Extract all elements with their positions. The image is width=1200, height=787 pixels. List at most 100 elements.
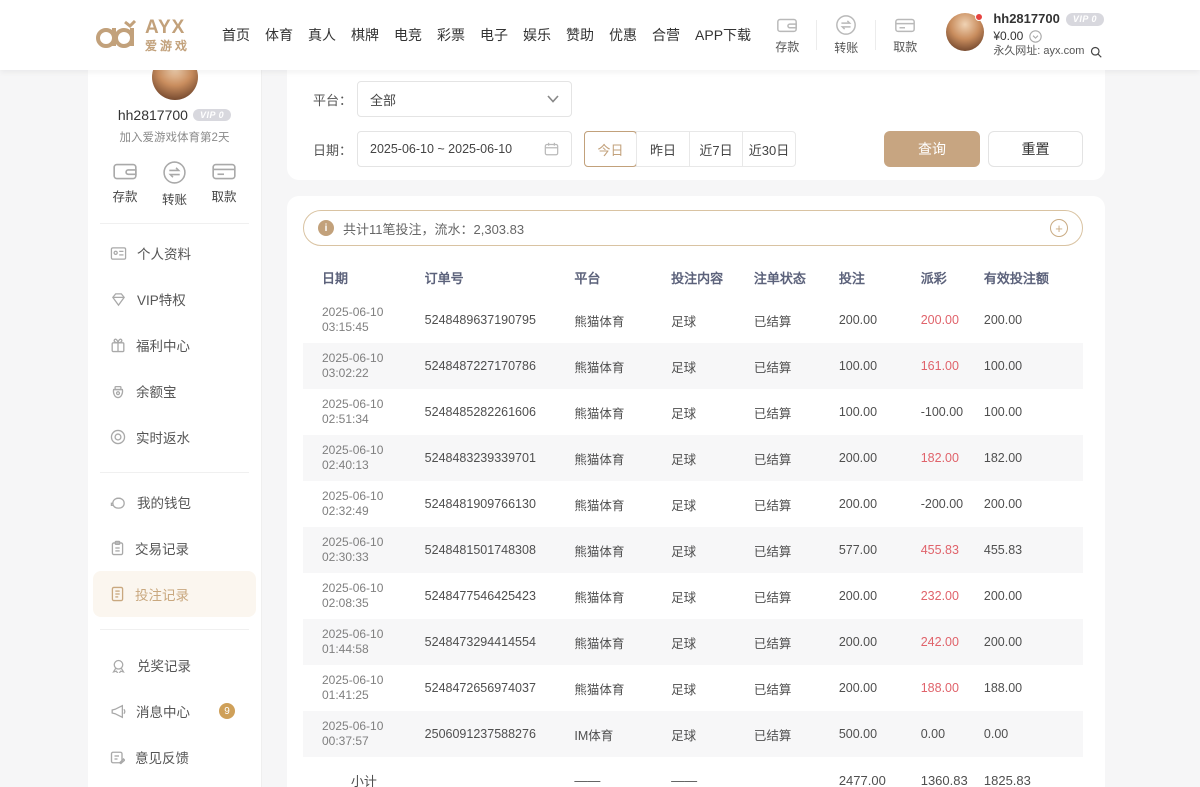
bet-record-icon bbox=[110, 586, 125, 602]
range-yesterday-button[interactable]: 昨日 bbox=[636, 132, 689, 166]
cell-order: 5248473294414554 bbox=[425, 619, 575, 665]
divider bbox=[100, 629, 249, 630]
nav-item[interactable]: 棋牌 bbox=[351, 25, 379, 45]
sidebar-item-messages[interactable]: 消息中心 9 bbox=[88, 688, 261, 734]
cell-platform: 熊猫体育 bbox=[574, 527, 671, 573]
clipboard-icon bbox=[110, 540, 125, 556]
cell-status: 已结算 bbox=[754, 665, 839, 711]
sidebar-item-yuebao[interactable]: 余额宝 bbox=[88, 368, 261, 414]
brand-logo[interactable]: AYX 爱游戏 bbox=[95, 18, 190, 52]
cell-date: 2025-06-1002:51:34 bbox=[303, 389, 425, 435]
table-row: 2025-06-1000:37:57 2506091237588276 IM体育… bbox=[303, 711, 1083, 757]
summary-bar: i 共计11笔投注，流水：2,303.83 + bbox=[303, 210, 1083, 246]
top-header: AYX 爱游戏 首页体育真人棋牌电竞彩票电子娱乐赞助优惠合营 APP下载 存款 转… bbox=[0, 0, 1200, 70]
cell-content: 足球 bbox=[671, 573, 754, 619]
nav-item[interactable]: 优惠 bbox=[609, 25, 637, 45]
platform-select[interactable]: 全部 bbox=[357, 81, 572, 117]
sidebar-item-feedback[interactable]: 意见反馈 bbox=[88, 734, 261, 780]
cell-content: 足球 bbox=[671, 297, 754, 343]
brand-name-cn: 爱游戏 bbox=[145, 40, 190, 52]
cell-date: 2025-06-1001:41:25 bbox=[303, 665, 425, 711]
cell-bet: 577.00 bbox=[839, 527, 921, 573]
cell-bet: 200.00 bbox=[839, 665, 921, 711]
sidebar-item-bet-records[interactable]: 投注记录 bbox=[93, 571, 256, 617]
nav-item[interactable]: APP下载 bbox=[695, 25, 751, 45]
bank-card-icon bbox=[894, 15, 916, 35]
sidebar-item-prize-records[interactable]: 兑奖记录 bbox=[88, 642, 261, 688]
cell-order: 5248489637190795 bbox=[425, 297, 575, 343]
nav-item[interactable]: 真人 bbox=[308, 25, 336, 45]
sidebar-item-vip[interactable]: VIP特权 bbox=[88, 276, 261, 322]
piggy-bank-icon bbox=[110, 495, 127, 510]
target-circle-icon bbox=[110, 429, 126, 445]
nav-item[interactable]: 合营 bbox=[652, 25, 680, 45]
unread-count-badge: 9 bbox=[219, 703, 235, 719]
nav-item[interactable]: 赞助 bbox=[566, 25, 594, 45]
sidebar: hh2817700 VIP 0 加入爱游戏体育第2天 存款 转账 bbox=[88, 70, 262, 787]
user-account-area[interactable]: hh2817700 VIP 0 ¥0.00 永久网址: ayx.com bbox=[946, 11, 1104, 58]
cell-date: 2025-06-1001:44:58 bbox=[303, 619, 425, 665]
cell-date: 2025-06-1002:32:49 bbox=[303, 481, 425, 527]
transfer-button[interactable]: 转账 bbox=[823, 14, 869, 56]
sidebar-item-welfare[interactable]: 福利中心 bbox=[88, 322, 261, 368]
cell-date: 2025-06-1002:30:33 bbox=[303, 527, 425, 573]
subtotal-bet: 2477.00 bbox=[839, 757, 921, 787]
wallet-icon bbox=[776, 15, 798, 35]
header-quick-actions: 存款 转账 取款 bbox=[764, 14, 928, 56]
reset-button[interactable]: 重置 bbox=[988, 131, 1083, 167]
chevron-down-circle-icon[interactable] bbox=[1029, 30, 1042, 43]
range-7days-button[interactable]: 近7日 bbox=[689, 132, 742, 166]
withdraw-button[interactable]: 取款 bbox=[882, 15, 928, 55]
cell-valid: 200.00 bbox=[984, 481, 1083, 527]
search-button[interactable]: 查询 bbox=[884, 131, 980, 167]
cell-status: 已结算 bbox=[754, 435, 839, 481]
cell-order: 5248485282261606 bbox=[425, 389, 575, 435]
brand-name-en: AYX bbox=[145, 18, 190, 37]
sidebar-item-wallet[interactable]: 我的钱包 bbox=[88, 479, 261, 525]
subtotal-payout: 1360.83 bbox=[921, 757, 984, 787]
subtotal-label: 小计 bbox=[303, 757, 425, 787]
magnifier-icon[interactable] bbox=[1090, 46, 1102, 58]
cell-order: 5248487227170786 bbox=[425, 343, 575, 389]
sidebar-transfer-button[interactable]: 转账 bbox=[162, 160, 187, 208]
bets-table: 日期 订单号 平台 投注内容 注单状态 投注 派彩 有效投注额 2025-06-… bbox=[303, 257, 1083, 787]
sidebar-withdraw-button[interactable]: 取款 bbox=[211, 160, 237, 208]
cell-valid: 100.00 bbox=[984, 389, 1083, 435]
deposit-button[interactable]: 存款 bbox=[764, 15, 810, 55]
sidebar-deposit-button[interactable]: 存款 bbox=[112, 160, 138, 208]
sidebar-item-transactions[interactable]: 交易记录 bbox=[88, 525, 261, 571]
divider bbox=[100, 223, 249, 224]
records-panel: i 共计11笔投注，流水：2,303.83 + 日期 订单号 平台 投注内容 注… bbox=[287, 196, 1105, 787]
cell-bet: 200.00 bbox=[839, 481, 921, 527]
avatar[interactable] bbox=[946, 13, 984, 51]
cell-bet: 200.00 bbox=[839, 573, 921, 619]
nav-item[interactable]: 彩票 bbox=[437, 25, 465, 45]
range-today-button[interactable]: 今日 bbox=[584, 131, 637, 167]
nav-item[interactable]: 体育 bbox=[265, 25, 293, 45]
circle-plus-icon[interactable]: + bbox=[1050, 219, 1068, 237]
nav-item[interactable]: 电子 bbox=[480, 25, 508, 45]
subtotal-row: 小计 —— —— 2477.00 1360.83 1825.83 bbox=[303, 757, 1083, 787]
nav-item[interactable]: 电竞 bbox=[394, 25, 422, 45]
nav-item[interactable]: 首页 bbox=[222, 25, 250, 45]
nav-item[interactable]: 娱乐 bbox=[523, 25, 551, 45]
money-pot-icon bbox=[110, 383, 126, 399]
sidebar-item-profile[interactable]: 个人资料 bbox=[88, 230, 261, 276]
sidebar-item-rebate[interactable]: 实时返水 bbox=[88, 414, 261, 460]
cell-bet: 200.00 bbox=[839, 435, 921, 481]
cell-content: 足球 bbox=[671, 389, 754, 435]
table-row: 2025-06-1001:41:25 5248472656974037 熊猫体育… bbox=[303, 665, 1083, 711]
medal-icon bbox=[110, 658, 127, 673]
table-body: 2025-06-1003:15:45 5248489637190795 熊猫体育… bbox=[303, 297, 1083, 757]
table-row: 2025-06-1002:40:13 5248483239339701 熊猫体育… bbox=[303, 435, 1083, 481]
divider bbox=[816, 20, 817, 50]
cell-date: 2025-06-1000:37:57 bbox=[303, 711, 425, 757]
cell-payout: -100.00 bbox=[921, 389, 984, 435]
cell-status: 已结算 bbox=[754, 389, 839, 435]
cell-payout: 200.00 bbox=[921, 297, 984, 343]
cell-platform: 熊猫体育 bbox=[574, 665, 671, 711]
cell-valid: 100.00 bbox=[984, 343, 1083, 389]
range-30days-button[interactable]: 近30日 bbox=[742, 132, 795, 166]
date-range-input[interactable]: 2025-06-10 ~ 2025-06-10 bbox=[357, 131, 572, 167]
calendar-icon bbox=[544, 142, 559, 156]
